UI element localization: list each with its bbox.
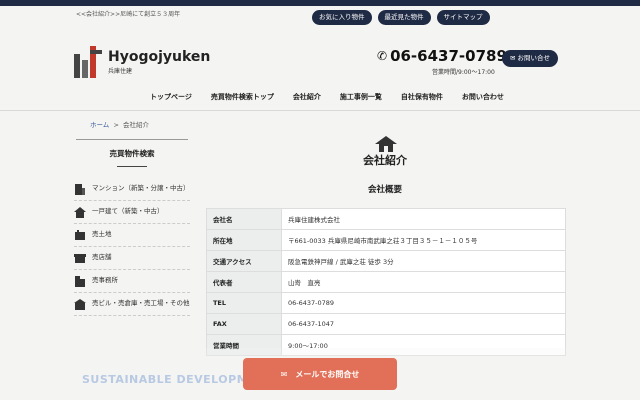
sidebar-item-shop[interactable]: 売店舗 [74, 247, 190, 270]
land-icon [74, 229, 86, 241]
mail-contact-button[interactable]: ✉ メールでお問合せ [243, 358, 397, 390]
sidebar-item-land[interactable]: 売土地 [74, 224, 190, 247]
house-icon [74, 206, 86, 218]
main-nav: トップページ 売買物件検索トップ 会社紹介 施工事例一覧 自社保有物件 お問い合… [150, 92, 504, 102]
recently-viewed-button[interactable]: 最近見た物件 [377, 10, 431, 25]
nav-top[interactable]: トップページ [150, 92, 192, 102]
breadcrumb: ホーム > 会社紹介 [90, 119, 149, 129]
logo-text-en: Hyogojyuken [108, 49, 211, 65]
table-row: 交通アクセス 阪急電鉄神戸線 / 武庫之荘 徒歩 3分 [206, 250, 566, 272]
table-row: 代表者 山嵜 直亮 [206, 271, 566, 293]
warehouse-icon [74, 298, 86, 310]
nav-own-properties[interactable]: 自社保有物件 [401, 92, 443, 102]
nav-company[interactable]: 会社紹介 [293, 92, 321, 102]
nav-contact[interactable]: お問い合わせ [462, 92, 504, 102]
table-row: TEL 06-6437-0789 [206, 292, 566, 314]
breadcrumb-current: 会社紹介 [123, 121, 150, 129]
top-bar [0, 0, 640, 6]
breadcrumb-home[interactable]: ホーム [90, 121, 109, 129]
shop-icon [74, 252, 86, 264]
sidebar-item-house[interactable]: 一戸建て（新築・中古） [74, 201, 190, 224]
logo-text-jp: 兵庫住建 [108, 68, 133, 75]
sidebar-title: 売買物件検索 [76, 139, 188, 167]
header-contact-button[interactable]: ✉ お問い合せ [502, 50, 559, 67]
nav-works[interactable]: 施工事例一覧 [340, 92, 382, 102]
sidebar-item-warehouse[interactable]: 売ビル・売倉庫・売工場・その他 [74, 293, 190, 316]
company-info-table: 会社名 兵庫住建株式会社 所在地 〒661-0033 兵庫県尼崎市南武庫之荘３丁目３… [206, 208, 566, 356]
header-tagline: <<会社紹介>>尼崎にて創立５３周年 [76, 11, 181, 18]
page-house-icon [375, 136, 397, 152]
table-row: FAX 06-6437-1047 [206, 313, 566, 335]
table-row: 所在地 〒661-0033 兵庫県尼崎市南武庫之荘３丁目３５－１－１０５号 [206, 229, 566, 251]
business-hours: 営業時間/9:00～17:00 [432, 69, 495, 76]
page-title: 会社紹介 [363, 154, 407, 167]
table-row: 会社名 兵庫住建株式会社 [206, 208, 566, 230]
mail-icon: ✉ [280, 369, 288, 379]
nav-search[interactable]: 売買物件検索トップ [211, 92, 274, 102]
sidebar-item-mansion[interactable]: マンション（新築・分譲・中古） [74, 178, 190, 201]
office-icon [74, 275, 86, 287]
phone-text: 06-6437-0789 [390, 47, 507, 65]
sidebar-item-office[interactable]: 売事務所 [74, 270, 190, 293]
sidebar-list: マンション（新築・分譲・中古） 一戸建て（新築・中古） 売土地 売店舗 売事務所… [74, 178, 190, 316]
nav-divider [0, 110, 640, 111]
sidebar-title-dash [117, 166, 147, 167]
phone-icon: ✆ [377, 49, 388, 63]
mail-icon: ✉ [510, 54, 518, 62]
favorites-button[interactable]: お気に入り物件 [312, 10, 372, 25]
logo-mark-icon [74, 46, 102, 78]
section-title: 会社概要 [367, 185, 402, 195]
sitemap-button[interactable]: サイトマップ [436, 10, 490, 25]
phone-number: ✆ 06-6437-0789 [377, 47, 507, 65]
utility-links: お気に入り物件 最近見た物件 サイトマップ [312, 10, 490, 25]
site-logo[interactable]: Hyogojyuken 兵庫住建 [74, 46, 210, 78]
building-icon [74, 183, 86, 195]
breadcrumb-sep: > [113, 121, 119, 129]
